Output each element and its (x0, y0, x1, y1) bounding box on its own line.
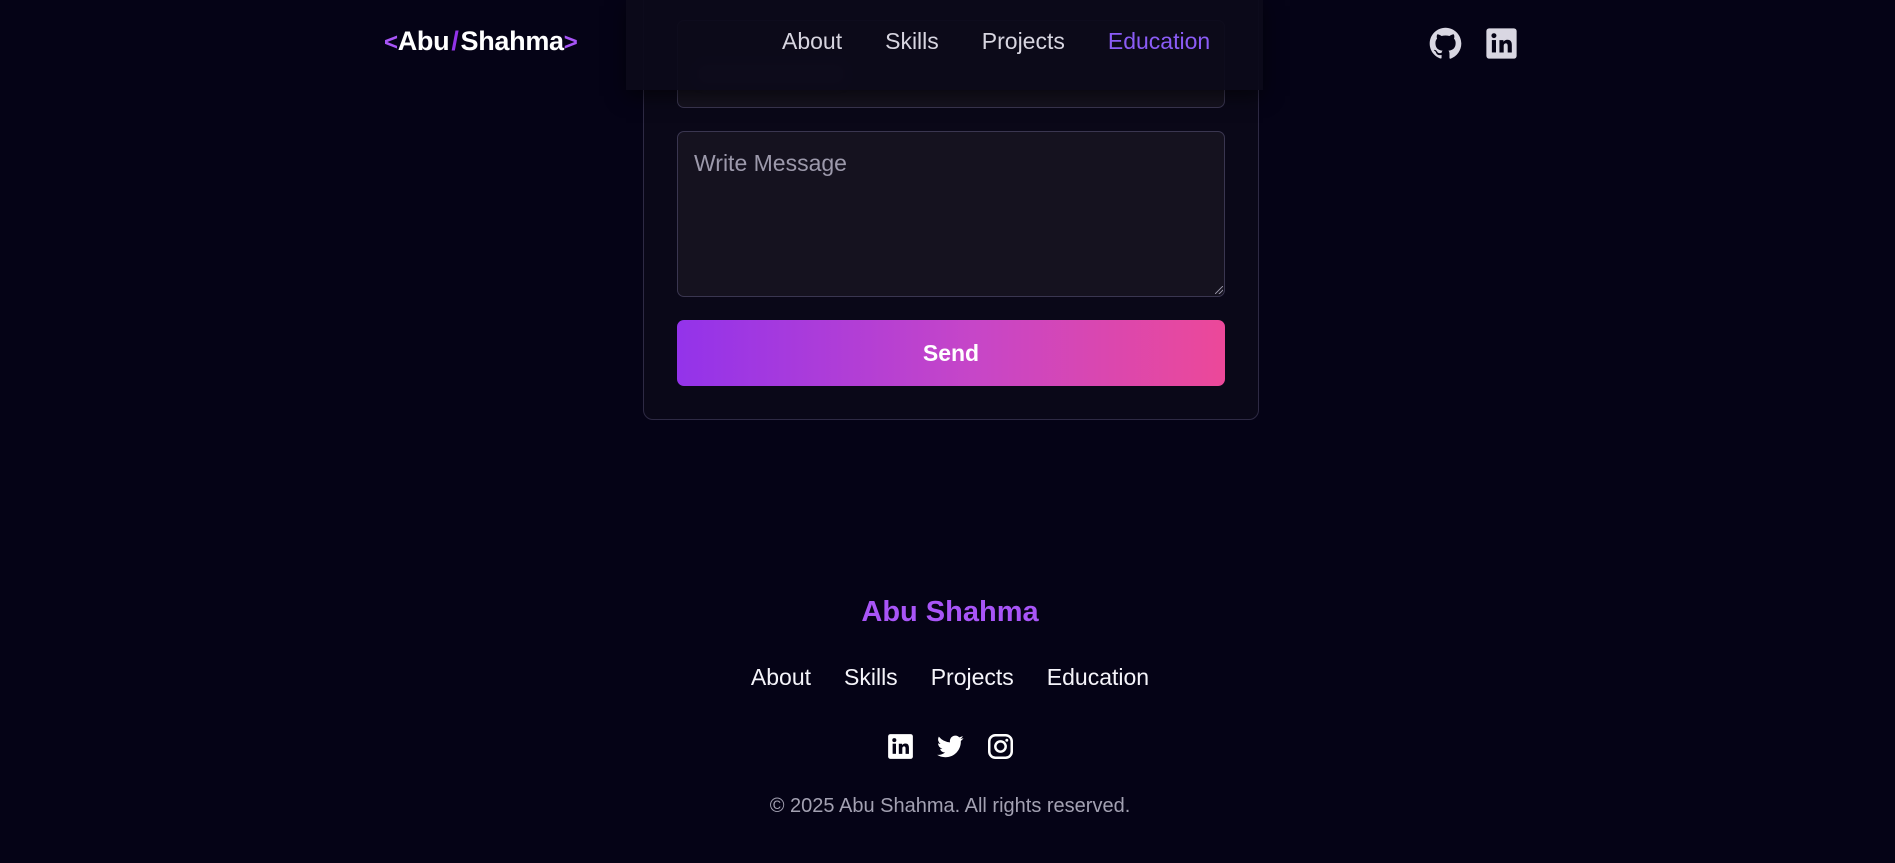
nav-item-projects[interactable]: Projects (982, 28, 1065, 55)
twitter-icon[interactable] (936, 733, 964, 760)
page: Send < Abu / Shahma > About Skills Proje… (0, 0, 1895, 863)
footer-nav-projects[interactable]: Projects (931, 664, 1014, 691)
nav-item-about[interactable]: About (782, 28, 842, 55)
copyright: © 2025 Abu Shahma. All rights reserved. (769, 795, 1131, 817)
resize-handle-icon[interactable] (1215, 286, 1223, 294)
footer-nav-education[interactable]: Education (1047, 664, 1149, 691)
github-icon[interactable] (1429, 27, 1462, 60)
logo-slash: / (451, 26, 459, 56)
logo-close-bracket: > (563, 29, 578, 56)
header-nav: About Skills Projects Education (782, 28, 1210, 55)
nav-item-skills[interactable]: Skills (885, 28, 939, 55)
linkedin-icon[interactable] (1485, 27, 1518, 60)
logo[interactable]: < Abu / Shahma > (384, 26, 578, 57)
footer-nav: About Skills Projects Education (0, 664, 1895, 691)
footer-nav-skills[interactable]: Skills (844, 664, 898, 691)
message-textarea[interactable] (677, 131, 1225, 297)
footer-social (0, 733, 1895, 760)
header: < Abu / Shahma > About Skills Projects E… (0, 0, 1895, 90)
logo-first: Abu (397, 26, 450, 56)
header-social (1429, 27, 1518, 60)
footer-nav-about[interactable]: About (751, 664, 811, 691)
nav-item-education[interactable]: Education (1108, 28, 1210, 55)
send-button[interactable]: Send (677, 320, 1225, 386)
footer-name: Abu Shahma (861, 596, 1039, 628)
logo-second: Shahma (460, 26, 565, 56)
instagram-icon[interactable] (987, 733, 1014, 760)
logo-open-bracket: < (384, 29, 398, 56)
linkedin-icon[interactable] (887, 733, 914, 760)
